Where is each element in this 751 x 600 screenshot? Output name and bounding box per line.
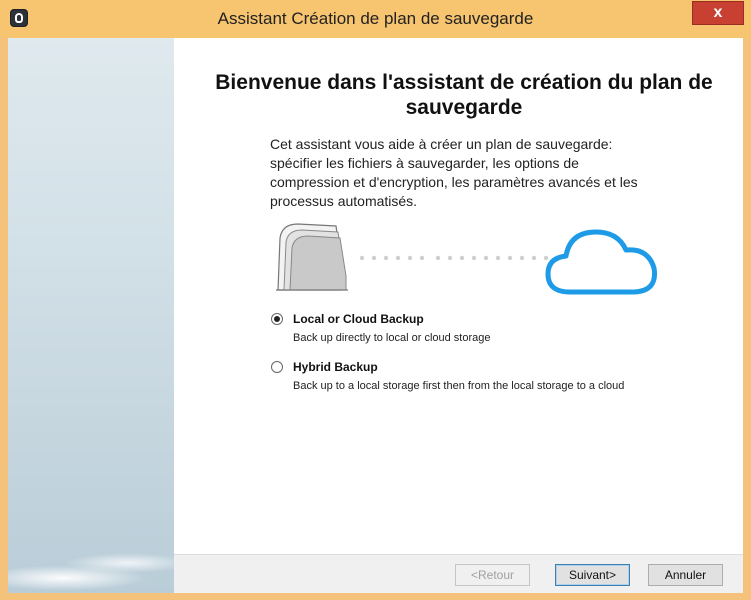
- wizard-footer: <Retour Suivant> Annuler: [174, 554, 743, 593]
- option-label[interactable]: Hybrid Backup: [293, 360, 378, 374]
- option-description: Back up directly to local or cloud stora…: [293, 332, 491, 344]
- option-label[interactable]: Local or Cloud Backup: [293, 312, 424, 326]
- next-button[interactable]: Suivant>: [555, 564, 630, 586]
- document-stack-icon: [276, 223, 348, 291]
- local-cloud-radio[interactable]: [271, 313, 283, 325]
- hybrid-radio[interactable]: [271, 361, 283, 373]
- back-button[interactable]: <Retour: [455, 564, 530, 586]
- close-button[interactable]: x: [692, 1, 744, 25]
- wizard-content: Bienvenue dans l'assistant de création d…: [174, 38, 743, 554]
- wizard-body: Bienvenue dans l'assistant de création d…: [8, 38, 743, 593]
- option-description: Back up to a local storage first then fr…: [293, 380, 625, 392]
- cloud-icon: [545, 229, 658, 295]
- connector-dots: [359, 255, 549, 261]
- backup-illustration: [276, 223, 658, 295]
- page-description: Cet assistant vous aide à créer un plan …: [270, 136, 638, 209]
- wizard-window: Assistant Création de plan de sauvegarde…: [0, 0, 751, 600]
- window-title: Assistant Création de plan de sauvegarde: [217, 9, 534, 28]
- sky-side-panel: [8, 38, 174, 593]
- title-bar[interactable]: Assistant Création de plan de sauvegarde…: [0, 0, 751, 38]
- close-icon: x: [713, 4, 723, 21]
- page-heading: Bienvenue dans l'assistant de création d…: [215, 71, 713, 119]
- cancel-button[interactable]: Annuler: [648, 564, 723, 586]
